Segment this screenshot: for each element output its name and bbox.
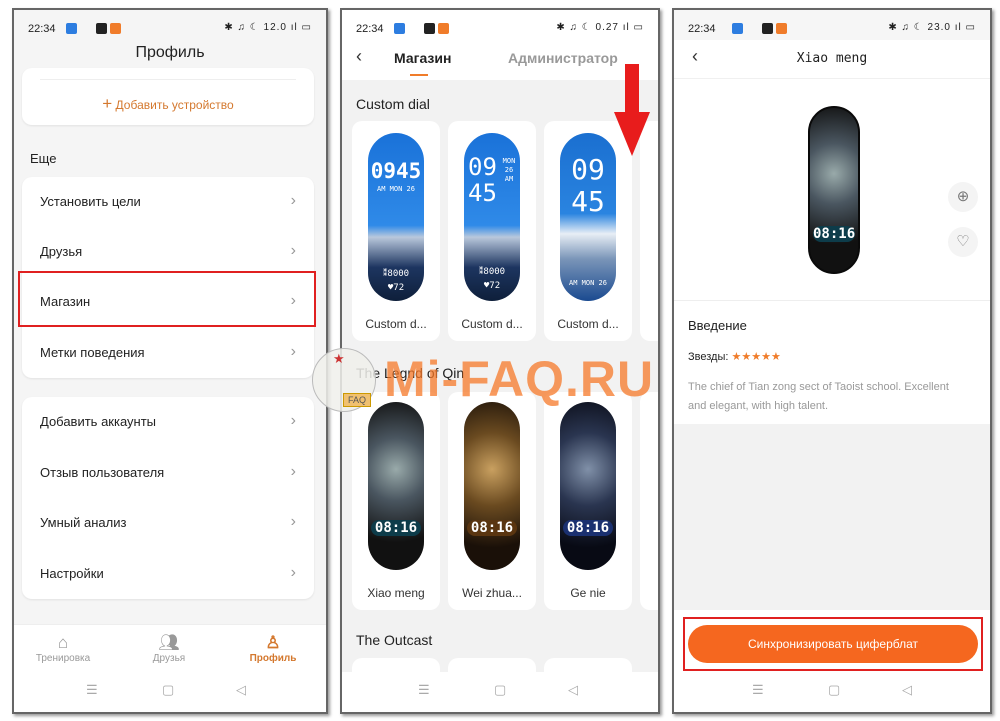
rating: Звезды: ★★★★★	[688, 351, 781, 363]
dial-card[interactable]: 08:16 Xiao meng	[352, 392, 440, 610]
app-notification-icon	[776, 23, 787, 34]
dial-name: Custom d...	[461, 317, 523, 331]
page-title: Xiao meng	[796, 51, 868, 66]
stars-icon: ★★★★★	[731, 351, 781, 363]
plus-icon: +	[102, 94, 113, 113]
menu-icon[interactable]: ☰	[86, 682, 98, 698]
dial-card[interactable]: 08:16 Ge nie	[544, 392, 632, 610]
system-nav-bar: ☰ ▢ ◁	[14, 672, 326, 712]
system-nav-bar: ☰ ▢ ◁	[674, 672, 990, 712]
page-title: Профиль	[135, 44, 205, 61]
app-notification-icon	[732, 23, 743, 34]
dial-card-partial[interactable]	[640, 392, 658, 610]
dial-card[interactable]: 08:16 Wei zhua...	[448, 392, 536, 610]
nav-training[interactable]: ⌂ Тренировка	[28, 633, 98, 664]
red-arrow-down-icon	[614, 64, 650, 156]
home-button-icon[interactable]: ▢	[828, 682, 840, 698]
highlight-box	[683, 617, 983, 671]
watch-face-preview: 09 45 MON 26 AM ⁑8000 ♥72	[464, 133, 520, 301]
menu-item-friends[interactable]: Друзья ›	[22, 227, 314, 277]
heart-icon[interactable]: ♡	[948, 227, 978, 257]
dial-detail-screen: 22:34 ✱ ♫ ☾ 23.0 ıl ▭ ‹ Xiao meng 08:16 …	[672, 8, 992, 714]
status-icons: ✱ ♫ ☾ 23.0 ıl ▭	[888, 22, 976, 33]
profile-icon: ♙	[265, 633, 281, 652]
status-time: 22:34	[28, 23, 56, 35]
menu-icon[interactable]: ☰	[418, 682, 430, 698]
dial-name: Wei zhua...	[462, 586, 522, 600]
chevron-right-icon: ›	[290, 412, 296, 429]
menu-item-smart-analysis[interactable]: Умный анализ ›	[22, 498, 314, 548]
section-title: The Outcast	[356, 632, 433, 648]
menu-group-2: Добавить аккаунты › Отзыв пользователя › У…	[22, 397, 314, 599]
section-title: Custom dial	[356, 96, 430, 112]
watch-face-preview: 09 45 AM MON 26	[560, 133, 616, 301]
watch-face-preview: 08:16	[808, 106, 860, 274]
description: The chief of Tian zong sect of Taoist sc…	[688, 381, 949, 412]
dial-name: Custom d...	[365, 317, 427, 331]
menu-item-add-accounts[interactable]: Добавить аккаунты ›	[22, 397, 314, 447]
menu-item-settings[interactable]: Настройки ›	[22, 549, 314, 599]
status-icons: ✱ ♫ ☾ 12.0 ıl ▭	[224, 22, 312, 33]
back-triangle-icon[interactable]: ◁	[236, 682, 246, 698]
chevron-right-icon: ›	[290, 242, 296, 259]
app-notification-icon	[110, 23, 121, 34]
status-bar: 22:34 ✱ ♫ ☾ 0.27 ıl ▭	[342, 10, 658, 50]
dial-card[interactable]: 0945 AM MON 26 ⁑8000 ♥72 Custom d...	[352, 121, 440, 341]
home-button-icon[interactable]: ▢	[162, 682, 174, 698]
app-notification-icon	[438, 23, 449, 34]
chevron-right-icon: ›	[290, 463, 296, 480]
menu-icon[interactable]: ☰	[752, 682, 764, 698]
sigma-icon	[762, 23, 773, 34]
add-device-button[interactable]: + Добавить устройство	[22, 94, 314, 114]
system-nav-bar: ☰ ▢ ◁	[342, 672, 658, 712]
highlight-box	[18, 271, 316, 327]
tab-store[interactable]: Магазин	[394, 50, 451, 66]
menu-item-behavior-tags[interactable]: Метки поведения ›	[22, 328, 314, 378]
back-icon[interactable]: ‹	[356, 46, 362, 67]
back-triangle-icon[interactable]: ◁	[902, 682, 912, 698]
home-icon: ⌂	[57, 633, 69, 652]
dial-name: Custom d...	[557, 317, 619, 331]
app-notification-icon	[66, 23, 77, 34]
tab-admin[interactable]: Администратор	[508, 50, 618, 66]
dial-card[interactable]: 09 45 MON 26 AM ⁑8000 ♥72 Custom d...	[448, 121, 536, 341]
chevron-right-icon: ›	[290, 513, 296, 530]
dial-name: Ge nie	[570, 586, 606, 600]
chevron-right-icon: ›	[290, 343, 296, 360]
watch-face-preview: 08:16	[464, 402, 520, 570]
back-triangle-icon[interactable]: ◁	[568, 682, 578, 698]
chevron-right-icon: ›	[290, 564, 296, 581]
nav-friends[interactable]: 👥︎ Друзья	[134, 633, 204, 664]
home-button-icon[interactable]: ▢	[494, 682, 506, 698]
nav-profile[interactable]: ♙ Профиль	[238, 633, 308, 664]
watermark-logo: Mi-FAQ.RU	[384, 351, 655, 407]
watch-face-preview: 08:16	[560, 402, 616, 570]
menu-item-feedback[interactable]: Отзыв пользователя ›	[22, 448, 314, 498]
dial-name: Xiao meng	[367, 586, 425, 600]
sigma-icon	[424, 23, 435, 34]
app-notification-icon	[394, 23, 405, 34]
devices-card: + Добавить устройство	[22, 68, 314, 125]
profile-screen: 22:34 ✱ ♫ ☾ 12.0 ıl ▭ Профиль + Добавить…	[12, 8, 328, 714]
status-time: 22:34	[356, 23, 384, 35]
status-time: 22:34	[688, 23, 716, 35]
intro-heading: Введение	[688, 318, 747, 333]
watch-face-preview: 08:16	[368, 402, 424, 570]
friends-icon: 👥︎	[158, 633, 180, 652]
zoom-in-icon[interactable]: ⊕	[948, 182, 978, 212]
active-tab-indicator	[410, 74, 428, 76]
sigma-icon	[96, 23, 107, 34]
section-title: Еще	[30, 151, 57, 166]
menu-item-goals[interactable]: Установить цели ›	[22, 177, 314, 227]
watch-face-preview: 0945 AM MON 26 ⁑8000 ♥72	[368, 133, 424, 301]
status-icons: ✱ ♫ ☾ 0.27 ıl ▭	[556, 22, 644, 33]
chevron-right-icon: ›	[290, 192, 296, 209]
mascot-logo: ★ FAQ	[312, 348, 376, 412]
